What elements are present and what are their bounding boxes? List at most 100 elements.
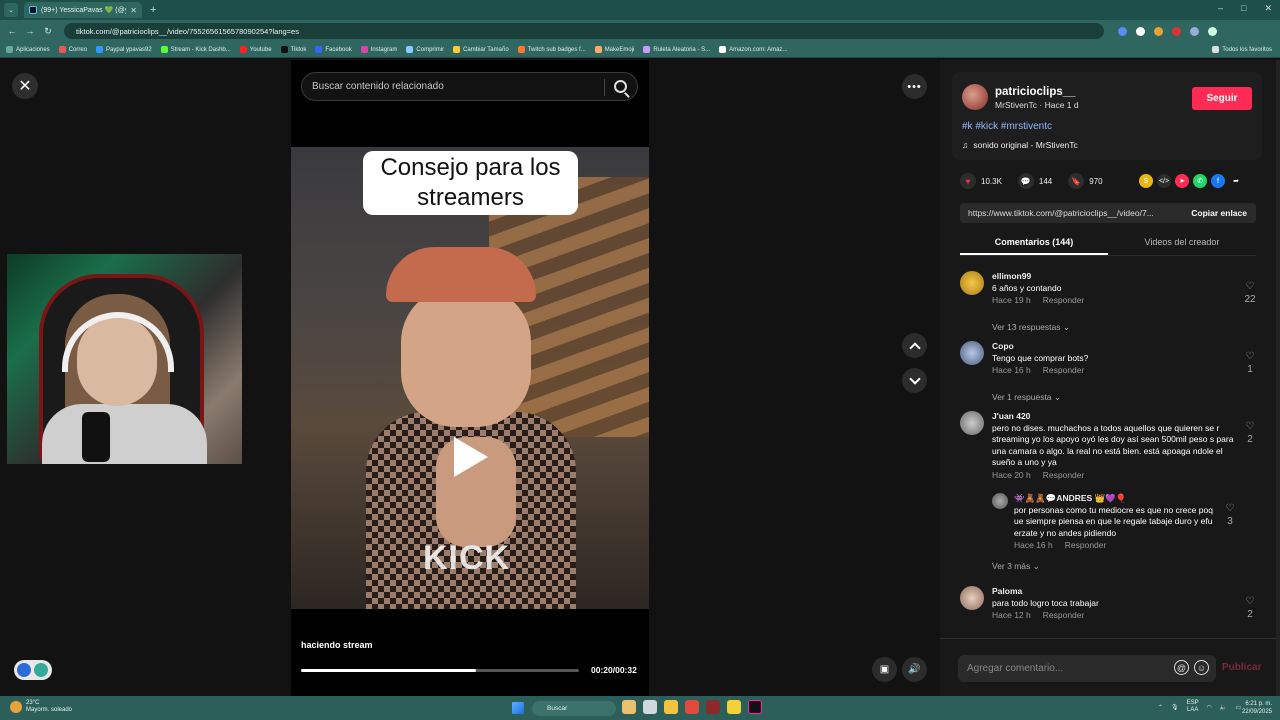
extension-icon[interactable] xyxy=(1190,26,1199,36)
bookmark-item[interactable]: Ruleta Aleatoria - S... xyxy=(643,46,710,53)
tab-list-button[interactable]: ⌄ xyxy=(4,3,18,17)
bookmark-item[interactable]: Paypal ypavas92 xyxy=(96,46,152,53)
maximize-button[interactable]: □ xyxy=(1241,3,1246,14)
play-icon[interactable] xyxy=(454,437,488,477)
forward-arrow-icon[interactable]: → xyxy=(24,26,36,36)
commenter-avatar[interactable] xyxy=(960,411,984,435)
reply-user[interactable]: 👾🧸🧸💬ANDRES 👑💜🎈 xyxy=(1014,493,1224,505)
comment-like-button[interactable]: ♡ 22 xyxy=(1240,281,1260,305)
emoji-icon[interactable]: ☺ xyxy=(1194,660,1209,675)
bookmark-item[interactable]: Cambiar Tamaño xyxy=(453,46,509,53)
app-icon[interactable] xyxy=(706,700,720,714)
all-bookmarks[interactable]: Todos los favoritos xyxy=(1212,46,1272,53)
video-player[interactable]: Consejo para los streamers KICK xyxy=(291,147,649,609)
video-link[interactable]: https://www.tiktok.com/@patricioclips__/… xyxy=(960,208,1182,218)
search-icon[interactable] xyxy=(614,80,627,93)
taskbar-search[interactable]: Buscar xyxy=(532,701,616,716)
send-icon[interactable]: ➤ xyxy=(1175,174,1189,188)
bookmark-item[interactable]: Aplicaciones xyxy=(6,46,50,53)
author-avatar[interactable] xyxy=(962,84,988,110)
picture-in-picture-button[interactable]: ▣ xyxy=(872,657,897,682)
bookmark-item[interactable]: Youtube xyxy=(239,46,272,53)
comment-like-button[interactable]: ♡ 2 xyxy=(1240,596,1260,620)
embed-icon[interactable]: </> xyxy=(1157,174,1171,188)
bookmark-item[interactable]: Twitch sub badges f... xyxy=(517,46,586,53)
bookmark-item[interactable]: Comprimir xyxy=(406,46,444,53)
language-indicator[interactable]: ESP LAA xyxy=(1187,700,1199,714)
coin-icon[interactable]: $ xyxy=(1139,174,1153,188)
previous-video-button[interactable] xyxy=(902,333,927,358)
comment-user[interactable]: Paloma xyxy=(992,586,1244,598)
facebook-share-icon[interactable]: f xyxy=(1211,174,1225,188)
commenter-avatar[interactable] xyxy=(960,586,984,610)
mention-icon[interactable]: @ xyxy=(1174,660,1189,675)
tray-chevron-icon[interactable]: ⌃ xyxy=(1158,704,1163,711)
back-arrow-icon[interactable]: ← xyxy=(6,26,18,36)
related-search-input[interactable]: Buscar contenido relacionado xyxy=(301,72,638,101)
like-stat[interactable]: ♥ 10.3K xyxy=(960,173,1002,189)
next-video-button[interactable] xyxy=(902,368,927,393)
wifi-icon[interactable]: ◠ xyxy=(1207,704,1212,711)
notes-icon[interactable] xyxy=(727,700,741,714)
speaker-icon[interactable]: 🔈 xyxy=(1220,704,1227,711)
comment-user[interactable]: ellimon99 xyxy=(992,271,1244,283)
browser-tab-active[interactable]: (99+) YessicaPavas 💚 (@y... ✕ xyxy=(24,2,142,18)
copy-link-button[interactable]: Copiar enlace xyxy=(1182,208,1256,218)
reply-link[interactable]: Responder xyxy=(1043,295,1085,305)
comment-user[interactable]: Copo xyxy=(992,341,1244,353)
commenter-avatar[interactable] xyxy=(960,341,984,365)
bookmark-item[interactable]: MakeEmoji xyxy=(594,46,634,53)
weather-widget[interactable]: 23°C Mayorm. soleado xyxy=(10,700,72,714)
task-view-icon[interactable] xyxy=(643,700,657,714)
reload-icon[interactable]: ↻ xyxy=(42,26,54,37)
profile-avatar-icon[interactable] xyxy=(1208,26,1217,36)
bookmark-item[interactable]: Instagram xyxy=(360,46,397,53)
floating-widget[interactable] xyxy=(14,660,52,680)
reply-link[interactable]: Responder xyxy=(1043,610,1085,620)
hashtags[interactable]: #k #kick #mrstiventc xyxy=(962,121,1052,132)
reply-link[interactable]: Responder xyxy=(1065,540,1107,550)
more-options-button[interactable]: ••• xyxy=(902,74,927,99)
mic-icon[interactable]: 🎙 xyxy=(1171,704,1179,711)
whatsapp-icon[interactable]: ✆ xyxy=(1193,174,1207,188)
clock[interactable]: 6:21 p. m. 22/09/2025 xyxy=(1242,700,1272,716)
close-video-button[interactable]: ✕ xyxy=(12,73,38,99)
window-close-button[interactable]: ✕ xyxy=(1264,3,1272,14)
bookmark-item[interactable]: Stream - Kick Dashb... xyxy=(160,46,231,53)
author-username[interactable]: patricioclips__ xyxy=(995,86,1076,98)
commenter-avatar[interactable] xyxy=(960,271,984,295)
comment-user[interactable]: J'uan 420 xyxy=(992,411,1244,423)
tab-creator-videos[interactable]: Videos del creador xyxy=(1108,232,1256,255)
view-replies[interactable]: Ver 13 respuestas ⌄ xyxy=(992,322,1070,333)
widgets-icon[interactable] xyxy=(622,700,636,714)
volume-button[interactable]: 🔊 xyxy=(902,657,927,682)
reply-link[interactable]: Responder xyxy=(1043,470,1085,480)
extension-icon[interactable] xyxy=(1154,26,1163,36)
bookmark-item[interactable]: Correo xyxy=(58,46,87,53)
new-tab-button[interactable]: + xyxy=(150,4,156,16)
extension-icon[interactable] xyxy=(1172,26,1181,36)
tiktok-app-icon[interactable] xyxy=(748,700,762,714)
comment-stat[interactable]: 💬 144 xyxy=(1017,173,1052,189)
panel-scrollbar[interactable] xyxy=(1276,60,1280,696)
bookmark-item[interactable]: Tiktok xyxy=(280,46,306,53)
extension-icon[interactable] xyxy=(1136,26,1145,36)
follow-button[interactable]: Seguir xyxy=(1192,87,1252,110)
post-button[interactable]: Publicar xyxy=(1222,662,1261,673)
bookmark-item[interactable]: Facebook xyxy=(315,46,352,53)
url-field[interactable]: tiktok.com/@patricioclips__/video/755265… xyxy=(64,23,1104,39)
tab-close-icon[interactable]: ✕ xyxy=(130,6,137,15)
reply-like-button[interactable]: ♡ 3 xyxy=(1220,503,1240,527)
bookmark-item[interactable]: Amazon.com: Amaz... xyxy=(719,46,787,53)
tab-comments[interactable]: Comentarios (144) xyxy=(960,232,1108,255)
file-explorer-icon[interactable] xyxy=(664,700,678,714)
video-progress-bar[interactable] xyxy=(301,669,579,672)
windows-start-icon[interactable] xyxy=(512,702,524,714)
reply-avatar[interactable] xyxy=(992,493,1008,509)
minimize-button[interactable]: – xyxy=(1218,3,1223,14)
chrome-icon[interactable] xyxy=(685,700,699,714)
sound-row[interactable]: ♫ sonido original - MrStivenTc xyxy=(962,140,1078,150)
comment-like-button[interactable]: ♡ 2 xyxy=(1240,421,1260,445)
view-more-replies[interactable]: Ver 3 más ⌄ xyxy=(992,561,1040,572)
extension-icon[interactable] xyxy=(1118,26,1127,36)
